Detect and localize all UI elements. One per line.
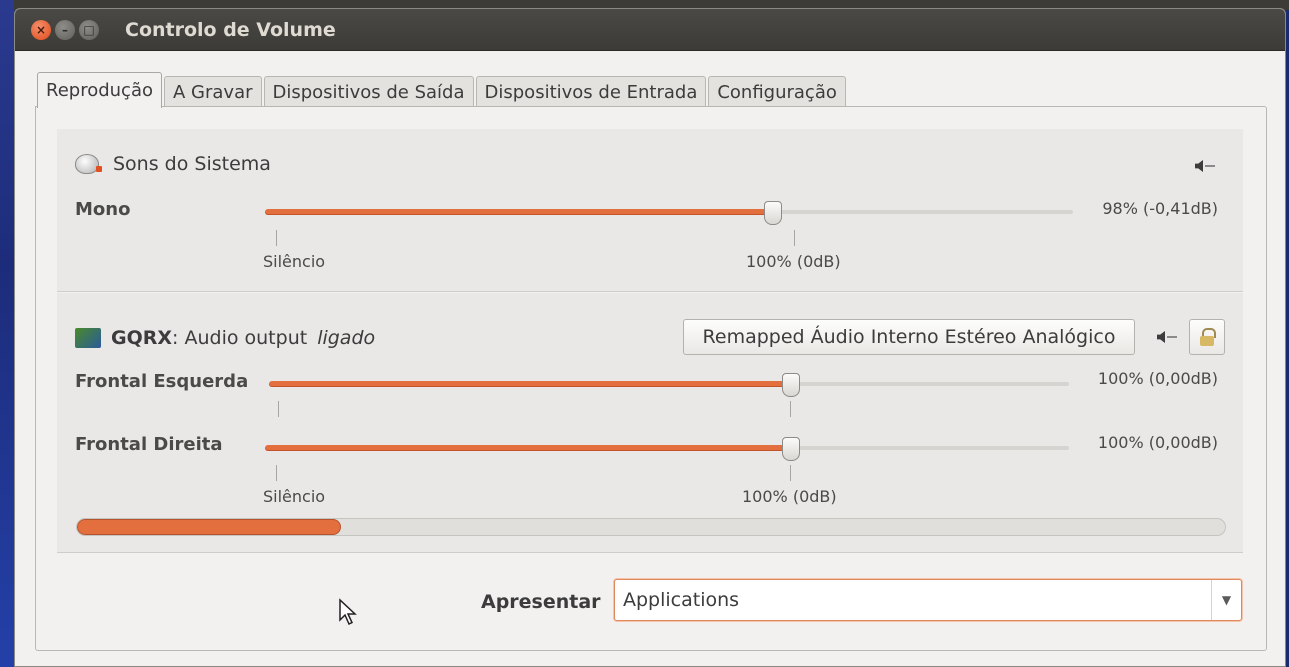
mark-silence: Silêncio: [263, 252, 326, 271]
stream-header: GQRX : Audio output ligado: [75, 327, 375, 349]
volume-value: 100% (0,00dB): [1097, 369, 1218, 388]
stream-header: Sons do Sistema: [75, 153, 271, 175]
stream-gqrx: GQRX : Audio output ligado Remapped Áudi…: [57, 293, 1243, 553]
volume-control-window: × – □ Controlo de Volume Reprodução A Gr…: [14, 8, 1286, 667]
slider-knob[interactable]: [781, 437, 800, 461]
tick-norm: [790, 401, 791, 417]
volume-value: 98% (-0,41dB): [1102, 199, 1218, 218]
volume-value: 100% (0,00dB): [1097, 433, 1218, 452]
tick-silence: [278, 401, 279, 417]
lock-channels-button[interactable]: [1189, 319, 1225, 355]
peak-level-bar: [77, 519, 342, 535]
volume-slider-front-left[interactable]: [269, 373, 1069, 397]
playback-panel: Sons do Sistema Mono 98% (-0,41dB) Silên…: [35, 106, 1267, 651]
peak-level-meter: [76, 518, 1226, 536]
channel-label: Mono: [75, 199, 131, 220]
channel-label: Frontal Direita: [75, 434, 223, 455]
lock-icon: [1200, 328, 1216, 346]
tab-configuration[interactable]: Configuração: [708, 76, 846, 108]
show-label: Apresentar: [481, 591, 601, 613]
mark-norm: 100% (0dB): [742, 487, 837, 506]
slider-knob[interactable]: [782, 373, 801, 397]
titlebar: × – □ Controlo de Volume: [15, 9, 1285, 51]
close-button[interactable]: ×: [31, 19, 51, 40]
tick-norm: [790, 465, 791, 481]
tab-recording[interactable]: A Gravar: [164, 76, 262, 108]
tick-silence: [276, 465, 277, 481]
mark-norm: 100% (0dB): [746, 252, 841, 271]
stream-system-sounds: Sons do Sistema Mono 98% (-0,41dB) Silên…: [57, 129, 1243, 292]
channel-label: Frontal Esquerda: [75, 371, 249, 392]
stream-app-desc: : Audio output: [172, 327, 308, 349]
minimize-button[interactable]: –: [55, 19, 75, 40]
output-device-button[interactable]: Remapped Áudio Interno Estéreo Analógico: [683, 319, 1135, 355]
tick-norm: [794, 230, 795, 246]
tab-playback[interactable]: Reprodução: [37, 72, 162, 108]
volume-slider-front-right[interactable]: [265, 437, 1069, 461]
stream-state: ligado: [317, 327, 376, 349]
volume-slider-mono[interactable]: [265, 201, 1073, 225]
chevron-down-icon[interactable]: ▼: [1211, 580, 1241, 620]
slider-knob[interactable]: [764, 201, 783, 225]
window-title: Controlo de Volume: [125, 18, 336, 41]
stream-app-name: Sons do Sistema: [113, 153, 271, 175]
stream-app-name: GQRX: [111, 327, 173, 349]
combo-value: Applications: [623, 589, 740, 611]
tab-input-devices[interactable]: Dispositivos de Entrada: [475, 76, 707, 108]
tab-output-devices[interactable]: Dispositivos de Saída: [263, 76, 474, 108]
desktop-background: [0, 0, 14, 667]
mute-speaker-icon[interactable]: [1195, 157, 1219, 175]
system-sounds-icon: [75, 154, 102, 174]
maximize-button[interactable]: □: [79, 19, 99, 40]
tab-bar: Reprodução A Gravar Dispositivos de Saíd…: [37, 72, 848, 108]
show-combobox[interactable]: Applications ▼: [614, 579, 1242, 621]
gqrx-icon: [75, 328, 101, 348]
tick-silence: [276, 230, 277, 246]
mark-silence: Silêncio: [263, 487, 326, 506]
mute-speaker-icon[interactable]: [1157, 328, 1181, 346]
